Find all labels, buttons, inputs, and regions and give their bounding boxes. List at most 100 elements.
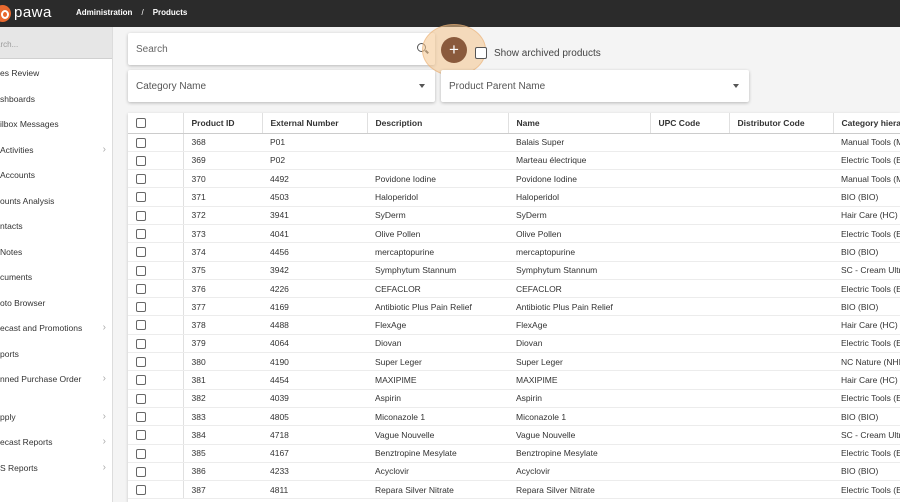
row-select-cell (128, 352, 184, 372)
category-name-select[interactable]: Category Name (128, 70, 435, 102)
sidebar-item[interactable]: nned Purchase Order › (0, 365, 112, 391)
table-cell: Haloperidol (367, 187, 508, 207)
row-checkbox[interactable] (136, 283, 146, 294)
table-cell (650, 334, 729, 354)
table-cell: FlexAge (508, 315, 650, 335)
table-cell: 4041 (262, 224, 367, 244)
column-header[interactable]: Distributor Code (729, 113, 834, 134)
table-row[interactable]: 376 4226 CEFACLOR CEFACLOR Electric Tools (E (128, 279, 900, 299)
sidebar-item[interactable]: Accounts (0, 161, 112, 187)
row-checkbox[interactable] (136, 247, 146, 258)
table-cell: 377 (183, 297, 262, 317)
row-checkbox[interactable] (136, 137, 146, 148)
table-cell: CEFACLOR (367, 279, 508, 299)
row-checkbox[interactable] (136, 448, 146, 459)
row-checkbox[interactable] (136, 174, 146, 185)
table-cell (729, 206, 833, 225)
row-checkbox[interactable] (136, 320, 146, 331)
table-row[interactable]: 385 4167 Benztropine Mesylate Benztropine M… (128, 444, 900, 463)
row-checkbox[interactable] (136, 210, 146, 221)
table-row[interactable]: 373 4041 Olive Pollen Olive Pollen Electric … (128, 224, 900, 244)
sidebar-item[interactable]: cuments (0, 263, 112, 289)
app-logo-text[interactable]: pawa (14, 4, 52, 21)
table-row[interactable]: 374 4456 mercaptopurine mercaptopurine BIO (… (128, 242, 900, 262)
table-row[interactable]: 372 3941 SyDerm SyDerm Hair Care (HC) (128, 206, 900, 225)
column-header[interactable]: Product ID (183, 113, 263, 134)
sidebar-item[interactable]: pply › (0, 403, 112, 429)
sidebar-item[interactable]: ounts Analysis (0, 187, 112, 213)
column-header[interactable]: External Number (262, 113, 368, 134)
sidebar-item[interactable]: ecast Reports › (0, 428, 112, 454)
sidebar-item[interactable]: shboards (0, 85, 112, 111)
table-row[interactable]: 371 4503 Haloperidol Haloperidol BIO (BIO) (128, 187, 900, 207)
table-cell (650, 187, 729, 207)
table-cell: mercaptopurine (367, 242, 508, 262)
column-header[interactable]: Category hiera (833, 113, 900, 134)
table-row[interactable]: 383 4805 Miconazole 1 Miconazole 1 BIO (BIO) (128, 407, 900, 427)
table-cell: Acyclovir (367, 462, 508, 482)
table-row[interactable]: 387 4811 Repara Silver Nitrate Repara Silve… (128, 480, 900, 500)
row-checkbox[interactable] (136, 357, 146, 368)
row-checkbox[interactable] (136, 302, 146, 313)
table-cell: 379 (183, 334, 262, 354)
sidebar-item[interactable]: ntacts (0, 212, 112, 238)
sidebar-search-input[interactable]: arch... (0, 27, 112, 59)
row-checkbox[interactable] (136, 466, 146, 477)
row-checkbox[interactable] (136, 338, 146, 349)
pawa-logo-icon[interactable] (0, 5, 11, 22)
sidebar-item[interactable]: oto Browser (0, 289, 112, 315)
table-cell (729, 169, 833, 189)
show-archived-checkbox[interactable] (475, 47, 487, 59)
sidebar-item[interactable]: S Reports › (0, 454, 112, 480)
row-checkbox[interactable] (136, 430, 146, 441)
table-cell: 382 (183, 389, 262, 408)
table-cell: P02 (262, 151, 367, 171)
table-cell: Povidone Iodine (367, 169, 508, 189)
table-row[interactable]: 368 P01 Balais Super Manual Tools (M (128, 133, 900, 152)
column-header[interactable]: Description (367, 113, 509, 134)
sidebar-item[interactable]: es Review (0, 59, 112, 85)
row-checkbox[interactable] (136, 375, 146, 386)
column-header[interactable]: UPC Code (650, 113, 730, 134)
sidebar-item[interactable]: ecast and Promotions › (0, 314, 112, 340)
table-row[interactable]: 370 4492 Povidone Iodine Povidone Iodine Man… (128, 169, 900, 189)
table-row[interactable]: 382 4039 Aspirin Aspirin Electric Tools (E (128, 389, 900, 408)
table-cell (729, 480, 833, 500)
table-row[interactable]: 379 4064 Diovan Diovan Electric Tools (E (128, 334, 900, 354)
table-cell: 4456 (262, 242, 367, 262)
product-parent-name-select[interactable]: Product Parent Name (441, 70, 749, 102)
row-checkbox[interactable] (136, 192, 146, 203)
breadcrumb: Administration / Products (76, 8, 187, 17)
sidebar-item[interactable]: Notes (0, 238, 112, 264)
table-cell: MAXIPIME (508, 370, 650, 390)
row-checkbox[interactable] (136, 155, 146, 166)
table-row[interactable]: 381 4454 MAXIPIME MAXIPIME Hair Care (HC) (128, 370, 900, 390)
table-row[interactable]: 386 4233 Acyclovir Acyclovir BIO (BIO) (128, 462, 900, 482)
sidebar-item[interactable]: Activities › (0, 136, 112, 162)
table-cell: 4805 (262, 407, 367, 427)
chevron-right-icon: › (102, 410, 106, 422)
row-checkbox[interactable] (136, 393, 146, 404)
row-checkbox[interactable] (136, 229, 146, 239)
sidebar-item[interactable]: ilbox Messages (0, 110, 112, 136)
table-row[interactable]: 384 4718 Vague Nouvelle Vague Nouvelle SC - … (128, 425, 900, 445)
table-cell: 384 (183, 425, 262, 445)
sidebar-item[interactable]: ports (0, 340, 112, 366)
table-cell: Super Leger (367, 352, 508, 372)
row-checkbox[interactable] (136, 485, 146, 496)
row-checkbox[interactable] (136, 411, 146, 422)
row-checkbox[interactable] (136, 265, 146, 276)
add-product-button[interactable]: + (441, 37, 467, 63)
select-all-checkbox[interactable] (136, 118, 146, 129)
table-cell: 387 (183, 480, 262, 500)
show-archived-label[interactable]: Show archived products (494, 48, 601, 59)
table-row[interactable]: 377 4169 Antibiotic Plus Pain Relief Antibi… (128, 297, 900, 317)
table-row[interactable]: 375 3942 Symphytum Stannum Symphytum Stannu… (128, 261, 900, 280)
table-row[interactable]: 369 P02 Marteau électrique Electric Tools (… (128, 151, 900, 171)
table-row[interactable]: 380 4190 Super Leger Super Leger NC Nature (… (128, 352, 900, 372)
table-cell: 3942 (262, 261, 367, 280)
search-input[interactable]: Search (128, 33, 435, 65)
breadcrumb-administration[interactable]: Administration (76, 8, 132, 17)
column-header[interactable]: Name (508, 113, 651, 134)
table-row[interactable]: 378 4488 FlexAge FlexAge Hair Care (HC) (128, 315, 900, 335)
